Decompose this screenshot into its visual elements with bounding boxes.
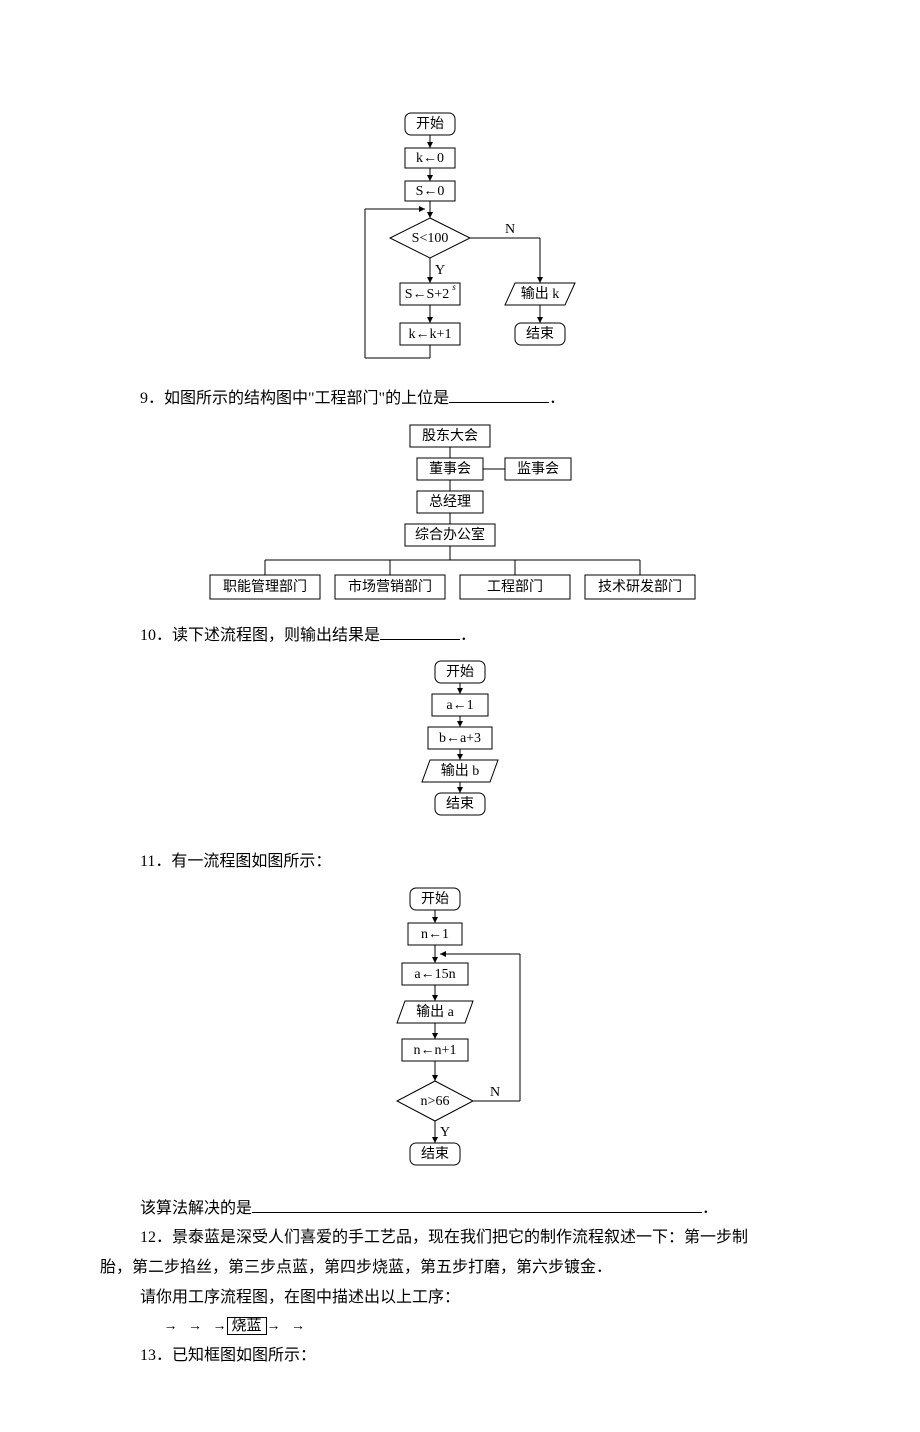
fc1-s0: S←0 — [416, 184, 445, 199]
org-h: 工程部门 — [487, 579, 543, 595]
fc11-end: 结束 — [421, 1146, 449, 1162]
org-c: 监事会 — [517, 461, 559, 477]
fc10-start: 开始 — [446, 664, 474, 680]
fc11-start: 开始 — [421, 891, 449, 907]
fc1-sexp: s — [452, 282, 456, 292]
org-chart: 股东大会 董事会 监事会 总经理 综合办公室 — [60, 420, 860, 615]
fc11-svg: 开始 n←1 a←15n 输出 a n←n+1 n>66 N Y — [350, 883, 570, 1188]
org-svg: 股东大会 董事会 监事会 总经理 综合办公室 — [200, 420, 720, 615]
q10-text: 10．读下述流程图，则输出结果是． — [140, 623, 860, 649]
fc11-ninc: n←n+1 — [414, 1043, 457, 1058]
org-g: 市场营销部门 — [348, 578, 432, 595]
fc1-out: 输出 k — [521, 286, 560, 302]
fc11-a15: a←15n — [414, 967, 455, 982]
fc1-end: 结束 — [526, 326, 554, 342]
q10-label: 10．读下述流程图，则输出结果是 — [140, 627, 380, 644]
q11-tail-label: 该算法解决的是 — [140, 1200, 252, 1217]
q11-tail: 该算法解决的是． — [140, 1196, 860, 1222]
flowchart-svg: 开始 k←0 S←0 S<100 Y N S←S+2 s — [310, 108, 610, 378]
q12-l1c-text: 胎，第二步掐丝，第三步点蓝，第四步烧蓝，第五步打磨，第六步镀金． — [100, 1259, 612, 1276]
fc1-y: Y — [435, 263, 445, 278]
fc1-kstep: k←k+1 — [409, 327, 452, 342]
fc11-cond: n>66 — [421, 1094, 450, 1109]
org-e: 综合办公室 — [415, 526, 485, 543]
q13-label: 13．已知框图如图所示： — [140, 1347, 316, 1364]
q12-l2-text: 请你用工序流程图，在图中描述出以上工序： — [140, 1289, 460, 1306]
fc10-svg: 开始 a←1 b←a+3 输出 b 结束 — [390, 656, 530, 841]
q12-flow: → → →烧蓝→ → — [160, 1314, 860, 1338]
fc1-k0: k←0 — [416, 151, 444, 166]
q9-label: 9．如图所示的结构图中"工程部门"的上位是 — [140, 390, 449, 407]
fc11-n: N — [490, 1085, 500, 1100]
q12-l2: 请你用工序流程图，在图中描述出以上工序： — [140, 1285, 860, 1311]
q12-l1c: 胎，第二步掐丝，第三步点蓝，第四步烧蓝，第五步打磨，第六步镀金． — [100, 1255, 860, 1281]
fc10-out: 输出 b — [441, 763, 480, 779]
fc11-n1: n←1 — [421, 927, 449, 942]
fc10-a: a←1 — [446, 698, 473, 713]
org-f: 职能管理部门 — [223, 579, 307, 595]
q11-label: 11．有一流程图如图所示： — [140, 853, 331, 870]
fc11-out: 输出 a — [416, 1004, 454, 1020]
org-d: 总经理 — [429, 494, 471, 510]
q12-l1-text: 12．景泰蓝是深受人们喜爱的手工艺品，现在我们把它的制作流程叙述一下：第一步制 — [140, 1229, 748, 1246]
flowchart-s-k: 开始 k←0 S←0 S<100 Y N S←S+2 s — [60, 108, 860, 378]
fc1-sstep: S←S+2 — [405, 287, 449, 302]
org-a: 股东大会 — [422, 428, 478, 444]
fc1-n: N — [505, 222, 515, 237]
fc10-b: b←a+3 — [439, 731, 481, 746]
flowchart-q10: 开始 a←1 b←a+3 输出 b 结束 — [60, 656, 860, 841]
fc10-end: 结束 — [446, 796, 474, 812]
fc1-cond: S<100 — [412, 231, 449, 246]
org-i: 技术研发部门 — [598, 579, 682, 595]
q12-l1: 12．景泰蓝是深受人们喜爱的手工艺品，现在我们把它的制作流程叙述一下：第一步制 — [140, 1225, 860, 1251]
org-b: 董事会 — [429, 461, 471, 477]
q12-box: 烧蓝 — [227, 1317, 267, 1335]
q9-text: 9．如图所示的结构图中"工程部门"的上位是． — [140, 386, 860, 412]
q13-text: 13．已知框图如图所示： — [140, 1343, 860, 1369]
flowchart-q11: 开始 n←1 a←15n 输出 a n←n+1 n>66 N Y — [60, 883, 860, 1188]
q11-text: 11．有一流程图如图所示： — [140, 849, 860, 875]
fc1-start: 开始 — [416, 116, 444, 132]
fc11-y: Y — [440, 1125, 450, 1140]
